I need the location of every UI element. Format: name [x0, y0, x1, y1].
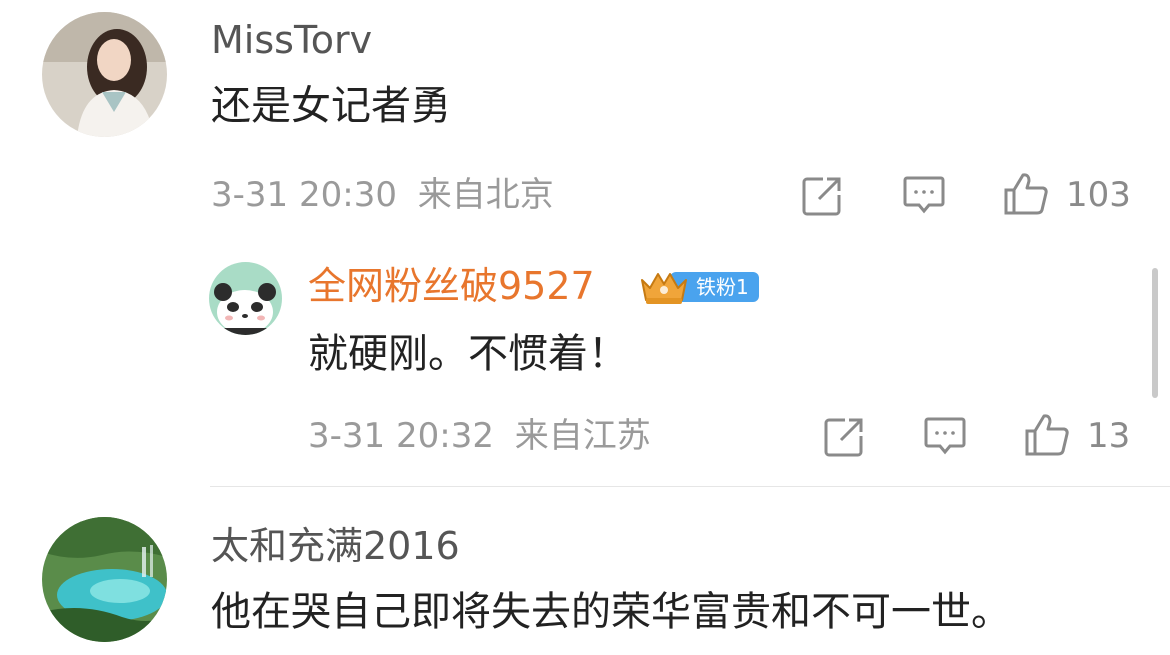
avatar-misstorv[interactable]	[42, 12, 167, 137]
comment-divider	[210, 486, 1170, 487]
comment-text: 他在哭自己即将失去的荣华富贵和不可一世。	[211, 589, 1011, 635]
like-count: 103	[1066, 175, 1131, 215]
scrollbar[interactable]	[1152, 268, 1158, 398]
comment-icon[interactable]	[903, 175, 945, 215]
avatar-taihe[interactable]	[42, 517, 167, 642]
comment-location: 来自北京	[417, 175, 554, 215]
woman-avatar-image	[42, 12, 167, 137]
reply-username[interactable]: 全网粉丝破9527	[308, 264, 595, 308]
comment-username[interactable]: MissTorv	[211, 18, 372, 62]
reply-time: 3-31 20:32	[308, 416, 494, 456]
thumbs-up-icon[interactable]	[1003, 172, 1049, 216]
like-count: 13	[1087, 416, 1131, 456]
share-icon[interactable]	[823, 416, 865, 458]
comment-text: 还是女记者勇	[211, 83, 451, 129]
reply-text: 就硬刚。不惯着！	[308, 331, 628, 377]
lake-avatar-image	[42, 517, 167, 642]
comment-username[interactable]: 太和充满2016	[211, 524, 460, 568]
thumbs-up-icon[interactable]	[1024, 413, 1070, 457]
comment-icon[interactable]	[924, 416, 966, 456]
fan-badge[interactable]: 铁粉1	[636, 266, 759, 308]
reply-location: 来自江苏	[514, 416, 651, 456]
comment-timestamp: 3-31 20:30 来自北京	[211, 175, 554, 215]
reply-timestamp: 3-31 20:32 来自江苏	[308, 416, 651, 456]
comment-time: 3-31 20:30	[211, 175, 397, 215]
share-icon[interactable]	[801, 175, 843, 217]
avatar-reply-user[interactable]	[209, 262, 282, 335]
crown-icon	[641, 273, 687, 304]
panda-avatar-image	[209, 262, 282, 335]
